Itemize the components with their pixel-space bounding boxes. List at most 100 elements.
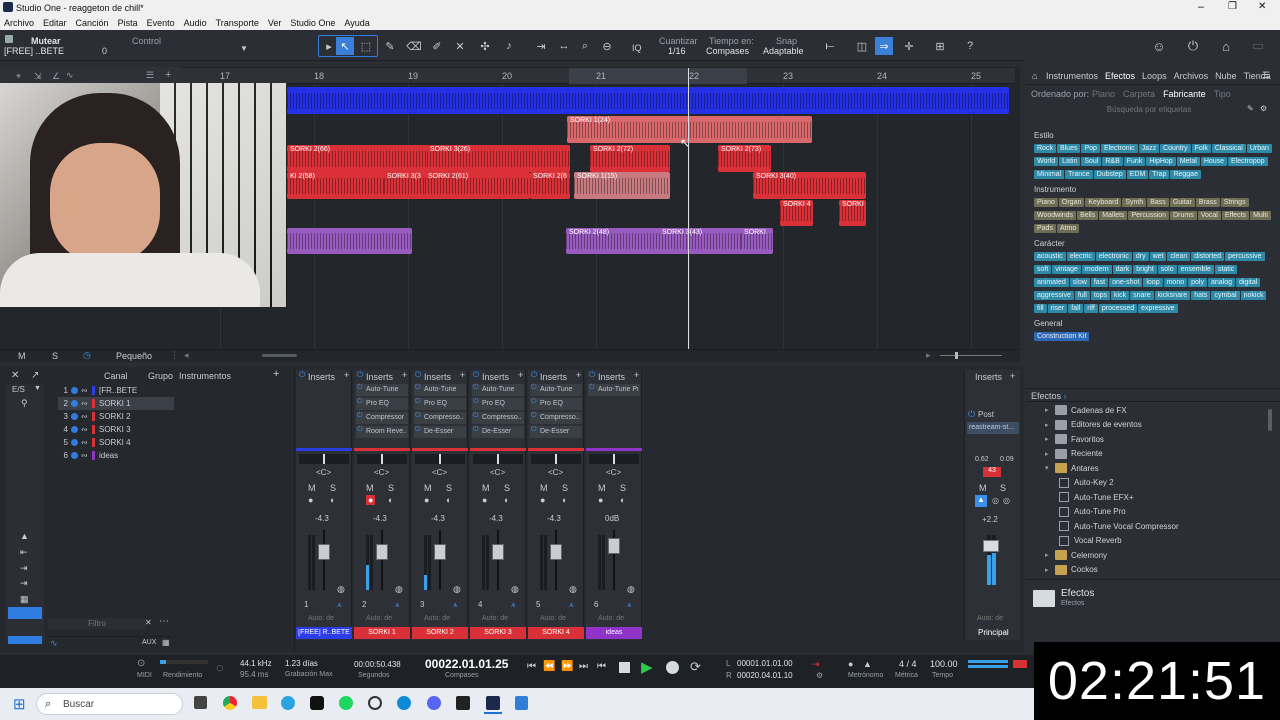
tag-character_tags[interactable]: vintage	[1052, 265, 1081, 274]
tool-input-icon[interactable]: ⇥	[20, 563, 28, 574]
solo-button[interactable]: S	[330, 483, 336, 493]
tag-instrument_tags[interactable]: Synth	[1122, 198, 1147, 207]
monitor-dot-icon[interactable]	[71, 413, 78, 420]
main-insert-slot[interactable]: reastream-st...	[967, 422, 1019, 434]
tag-character_tags[interactable]: acoustic	[1034, 252, 1066, 261]
add-insert-icon[interactable]: +	[344, 370, 349, 380]
tag-general_tags[interactable]: Construction Kit	[1034, 332, 1090, 341]
punch-icon[interactable]: ⇥	[812, 659, 820, 670]
tag-instrument_tags[interactable]: Woodwinds	[1034, 211, 1077, 220]
audio-clip-ideas[interactable]	[287, 228, 412, 254]
tool-icon-b[interactable]: ⇲	[34, 71, 42, 82]
metronome-settings-icon[interactable]: ▲	[863, 659, 872, 669]
notepad-icon[interactable]	[515, 696, 528, 710]
playhead-cursor[interactable]	[688, 68, 689, 349]
snap-toggle-icon[interactable]: ⟝	[821, 37, 839, 55]
automation-mode[interactable]: Auto: de	[366, 615, 392, 622]
tool-output-icon[interactable]: ⇥	[20, 578, 28, 589]
audio-clip[interactable]: SORKI 1(15)	[574, 172, 670, 199]
tag-character_tags[interactable]: processed	[1098, 304, 1138, 313]
insert-power-icon[interactable]: ⏻	[357, 384, 363, 392]
tag-style_tags[interactable]: HipHop	[1146, 157, 1176, 166]
main-mono-icon[interactable]: ▲	[975, 495, 987, 507]
show-editor-icon[interactable]: ⊞	[931, 37, 949, 55]
automation-icon[interactable]: ⩚	[627, 600, 632, 610]
browser-path-label[interactable]: Efectos	[1031, 391, 1061, 401]
main-fader-handle[interactable]	[983, 540, 999, 552]
tag-character_tags[interactable]: tops	[1090, 291, 1111, 300]
tree-item-6[interactable]: Auto-Tune EFX+	[1045, 490, 1270, 505]
sort-option-3[interactable]: Tipo	[1214, 89, 1231, 99]
main-automation[interactable]: Auto: de	[977, 615, 1003, 622]
menu-item-7[interactable]: Ver	[268, 18, 282, 28]
monitor-dot-icon[interactable]	[71, 439, 78, 446]
tag-instrument_tags[interactable]: Guitar	[1169, 198, 1195, 207]
edge-icon[interactable]	[397, 696, 411, 710]
pan-knob-icon[interactable]: ◍	[627, 584, 635, 595]
filter-options-icon[interactable]: ⋯	[159, 616, 169, 627]
tree-scrollbar[interactable]	[1268, 409, 1272, 431]
eye-icon[interactable]: ∾	[81, 438, 89, 447]
zoom-slider-handle[interactable]	[955, 352, 958, 359]
insert-slot[interactable]: ⏻ Pro EQ	[414, 398, 466, 410]
scroll-right-icon[interactable]: ▸	[926, 350, 931, 361]
automation-mode[interactable]: Auto: de	[598, 615, 624, 622]
insert-power-icon[interactable]: ⏻	[415, 384, 421, 392]
waveform-toggle-icon[interactable]: ∿	[50, 638, 58, 649]
go-prev-marker-icon[interactable]: ⏮	[597, 661, 606, 672]
track-list-row[interactable]: 3 ∾ SORKI 2	[58, 410, 174, 423]
audio-clip[interactable]: SORKI 3(26)	[427, 145, 570, 172]
tag-character_tags[interactable]: soft	[1034, 265, 1052, 274]
automation-icon[interactable]: ⩚	[511, 600, 516, 610]
stop-button[interactable]	[619, 662, 630, 673]
fader-handle[interactable]	[376, 544, 388, 560]
insert-power-icon[interactable]: ⏻	[415, 412, 421, 420]
insert-slot[interactable]: ⏻ Compresso...	[414, 412, 466, 424]
collapsed-arrow-icon[interactable]: ▸	[1045, 421, 1055, 429]
pan-knob-icon[interactable]: ◍	[337, 584, 345, 595]
audio-clip[interactable]: KI 2(58)	[287, 172, 387, 199]
tag-character_tags[interactable]: animated	[1034, 278, 1069, 287]
tag-character_tags[interactable]: riser	[1047, 304, 1068, 313]
tag-character_tags[interactable]: poly	[1188, 278, 1207, 287]
pan-value[interactable]: <C>	[606, 468, 621, 477]
insert-slot[interactable]: ⏻ Pro EQ	[356, 398, 408, 410]
tag-character_tags[interactable]: analog	[1207, 278, 1235, 287]
mute-button[interactable]: M	[598, 483, 606, 493]
insert-power-icon[interactable]: ⏻	[415, 398, 421, 406]
browser-tab-4[interactable]: Nube	[1215, 71, 1237, 81]
windows-start-icon[interactable]: ⊞	[13, 695, 26, 713]
automation-icon[interactable]: ⩚	[395, 600, 400, 610]
maximize-icon[interactable]: ❐	[1228, 1, 1237, 12]
tag-character_tags[interactable]: electric	[1066, 252, 1095, 261]
tag-instrument_tags[interactable]: Bass	[1147, 198, 1169, 207]
tag-style_tags[interactable]: Trap	[1149, 170, 1170, 179]
tag-character_tags[interactable]: solo	[1157, 265, 1177, 274]
tag-style_tags[interactable]: Urban	[1246, 144, 1272, 153]
mute-button[interactable]: M	[366, 483, 374, 493]
tag-instrument_tags[interactable]: Piano	[1034, 198, 1058, 207]
main-clip-indicator[interactable]: 43	[983, 467, 1001, 477]
quantize-value[interactable]: 1/16	[668, 46, 686, 56]
bend-tool-icon[interactable]: ✣	[476, 37, 494, 55]
tag-style_tags[interactable]: Pop	[1081, 144, 1100, 153]
record-arm-icon[interactable]: ●	[366, 495, 376, 505]
collapsed-arrow-icon[interactable]: ▸	[1045, 566, 1055, 574]
record-arm-icon[interactable]: ●	[540, 495, 545, 505]
eye-icon[interactable]: ∾	[81, 399, 89, 408]
tag-style_tags[interactable]: Folk	[1191, 144, 1211, 153]
eraser-tool-icon[interactable]: ⌫	[405, 37, 423, 55]
track-name[interactable]: SORKI 4	[99, 438, 131, 447]
track-name[interactable]: [FR..BETE	[99, 386, 137, 395]
pan-knob-icon[interactable]: ◍	[511, 584, 519, 595]
insert-power-icon[interactable]: ⏻	[473, 398, 479, 406]
main-solo-button[interactable]: S	[1000, 483, 1006, 493]
autoscroll-icon[interactable]: ⇒	[875, 37, 893, 55]
pin-icon[interactable]: ⚲	[21, 398, 28, 409]
solo-button[interactable]: S	[504, 483, 510, 493]
tag-character_tags[interactable]: loop	[1143, 278, 1163, 287]
menu-item-3[interactable]: Pista	[118, 18, 138, 28]
insert-power-icon[interactable]: ⏻	[299, 370, 305, 380]
monitor-icon[interactable]: ◷	[83, 350, 91, 361]
mute-tool-icon-2[interactable]: ✕	[451, 37, 469, 55]
